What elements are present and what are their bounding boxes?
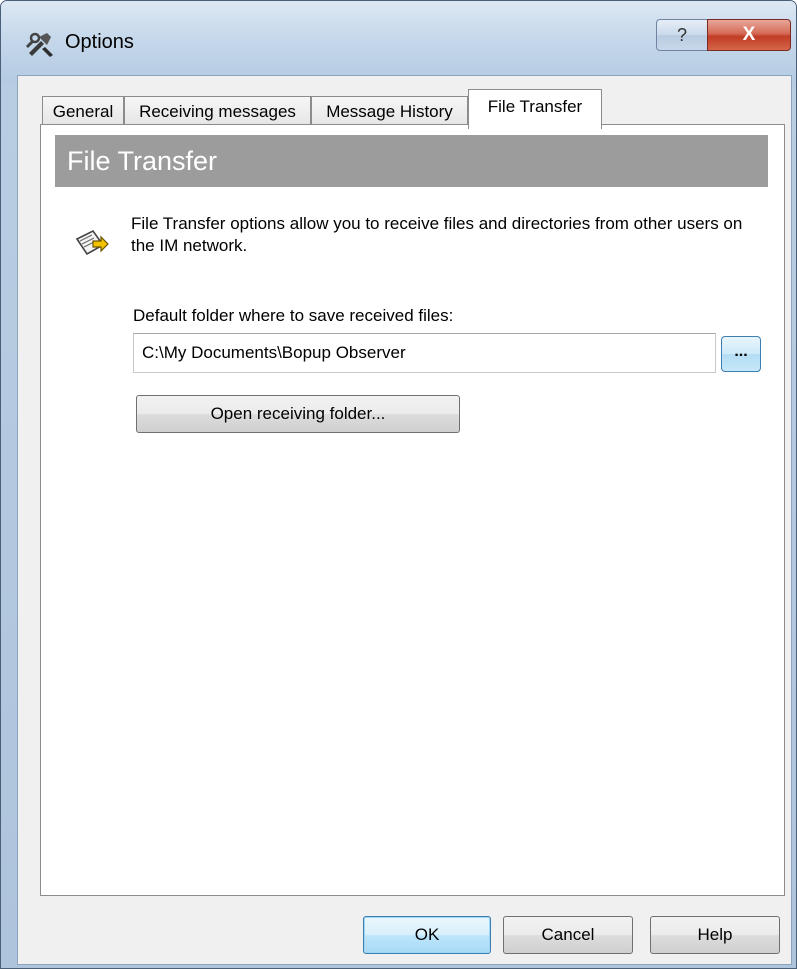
default-folder-input[interactable] — [133, 333, 716, 373]
tools-icon — [25, 32, 53, 57]
options-dialog: Options ? X General Receiving messages M… — [0, 0, 797, 969]
close-icon: X — [742, 24, 756, 45]
cancel-button[interactable]: Cancel — [503, 916, 633, 954]
dialog-client-area: General Receiving messages Message Histo… — [17, 75, 792, 965]
window-title: Options — [65, 31, 134, 53]
section-banner: File Transfer — [55, 135, 768, 187]
question-mark-icon: ? — [676, 25, 687, 45]
help-title-button[interactable]: ? — [656, 19, 708, 51]
ok-button[interactable]: OK — [363, 916, 491, 954]
browse-folder-button[interactable]: ... — [721, 336, 761, 372]
tab-file-transfer[interactable]: File Transfer — [468, 89, 602, 129]
file-transfer-panel: File Transfer File Transfer options allo… — [40, 124, 785, 896]
help-button[interactable]: Help — [650, 916, 780, 954]
close-button[interactable]: X — [707, 19, 791, 51]
open-receiving-folder-button[interactable]: Open receiving folder... — [136, 395, 460, 433]
default-folder-label: Default folder where to save received fi… — [133, 306, 454, 325]
title-bar[interactable]: Options ? X — [1, 1, 796, 83]
file-transfer-icon — [75, 229, 109, 256]
description-text: File Transfer options allow you to recei… — [131, 214, 743, 255]
